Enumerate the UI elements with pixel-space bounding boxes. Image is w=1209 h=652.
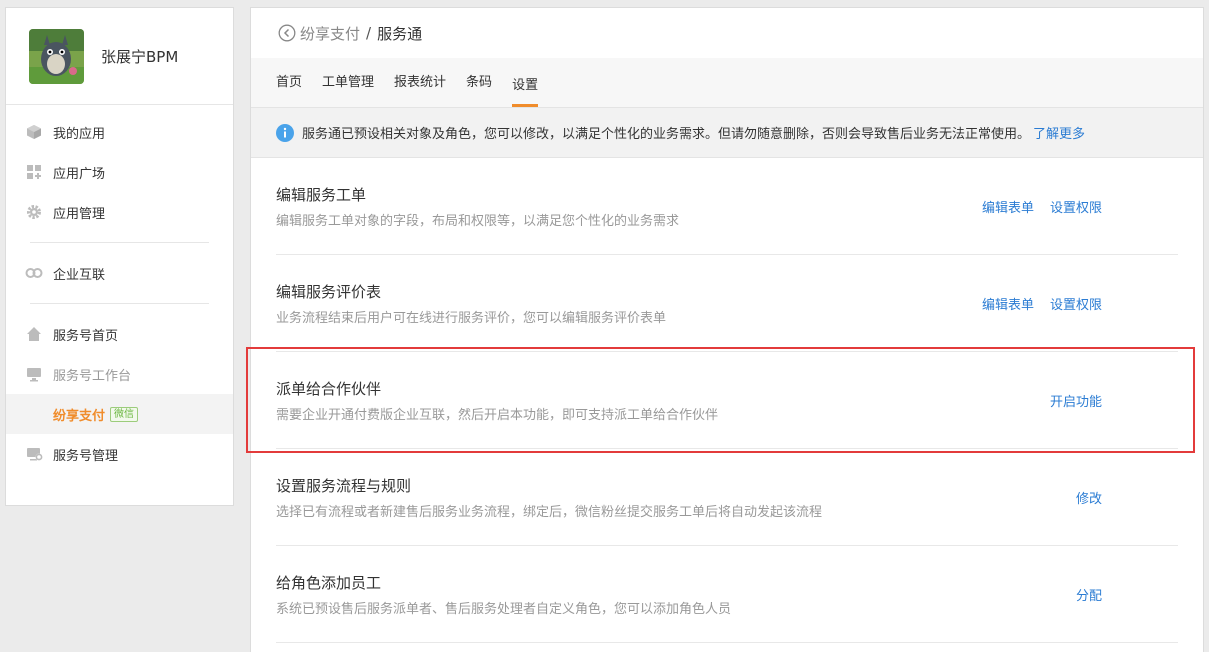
profile-name: 张展宁BPM (101, 47, 179, 66)
sidebar: 张展宁BPM 我的应用 应用广场 应用管理 企业互联 服务号首页 服务号工作台 … (5, 7, 234, 506)
setting-row-dispatch-partner: 派单给合作伙伴 需要企业开通付费版企业互联，然后开启本功能，即可支持派工单给合作… (276, 352, 1178, 449)
sidebar-item-label: 纷享支付 (53, 408, 106, 424)
back-circle-icon[interactable] (278, 24, 296, 42)
modify-button[interactable]: 修改 (1076, 488, 1102, 507)
setting-desc: 编辑服务工单对象的字段，布局和权限等，以满足您个性化的业务需求 (276, 213, 680, 229)
set-permissions-button[interactable]: 设置权限 (1050, 294, 1102, 313)
sidebar-item-app-management[interactable]: 应用管理 (6, 192, 233, 232)
set-permissions-button[interactable]: 设置权限 (1050, 197, 1102, 216)
wechat-badge: 微信 (110, 406, 139, 422)
sidebar-item-service-management[interactable]: 服务号管理 (6, 434, 233, 474)
sidebar-item-label: 服务号工作台 (53, 368, 132, 384)
cube-icon (25, 123, 43, 141)
sidebar-item-label: 应用广场 (53, 166, 106, 182)
monitor-gear-icon (25, 445, 43, 463)
sidebar-item-label: 我的应用 (53, 126, 106, 142)
menu-divider (30, 242, 209, 243)
sidebar-item-enterprise-connect[interactable]: 企业互联 (6, 253, 233, 293)
setting-desc: 系统已预设售后服务派单者、售后服务处理者自定义角色，您可以添加角色人员 (276, 601, 732, 617)
breadcrumb: 纷享支付 / 服务通 (251, 8, 1203, 58)
tab-home[interactable]: 首页 (276, 71, 302, 107)
home-icon (25, 325, 43, 343)
sidebar-item-my-apps[interactable]: 我的应用 (6, 112, 233, 152)
setting-title: 设置服务流程与规则 (276, 476, 412, 495)
setting-row-edit-work-order: 编辑服务工单 编辑服务工单对象的字段，布局和权限等，以满足您个性化的业务需求 编… (276, 158, 1178, 255)
sidebar-item-label: 企业互联 (53, 267, 106, 283)
breadcrumb-current: 服务通 (377, 24, 423, 43)
enable-feature-button[interactable]: 开启功能 (1050, 391, 1102, 410)
sidebar-item-service-workbench[interactable]: 服务号工作台 (6, 354, 233, 394)
tab-bar: 首页 工单管理 报表统计 条码 设置 (251, 58, 1203, 108)
setting-row-role-staff: 给角色添加员工 系统已预设售后服务派单者、售后服务处理者自定义角色，您可以添加角… (276, 546, 1178, 643)
setting-desc: 需要企业开通付费版企业互联，然后开启本功能，即可支持派工单给合作伙伴 (276, 407, 719, 423)
sidebar-item-label: 服务号首页 (53, 328, 119, 344)
edit-form-button[interactable]: 编辑表单 (982, 197, 1034, 216)
sidebar-item-app-market[interactable]: 应用广场 (6, 152, 233, 192)
setting-desc: 选择已有流程或者新建售后服务业务流程，绑定后，微信粉丝提交服务工单后将自动发起该… (276, 504, 823, 520)
sidebar-item-label: 服务号管理 (53, 448, 119, 464)
menu-divider (30, 303, 209, 304)
breadcrumb-parent[interactable]: 纷享支付 (300, 23, 360, 44)
tab-settings[interactable]: 设置 (512, 74, 539, 107)
setting-title: 编辑服务评价表 (276, 282, 382, 301)
sidebar-item-label: 应用管理 (53, 206, 106, 222)
setting-row-service-process: 设置服务流程与规则 选择已有流程或者新建售后服务业务流程，绑定后，微信粉丝提交服… (276, 449, 1178, 546)
gear-icon (25, 203, 43, 221)
edit-form-button[interactable]: 编辑表单 (982, 294, 1034, 313)
profile-header: 张展宁BPM (6, 8, 233, 105)
setting-title: 派单给合作伙伴 (276, 379, 382, 398)
sidebar-subitem-fxpay[interactable]: 纷享支付 微信 (6, 394, 233, 434)
avatar[interactable] (29, 28, 84, 84)
sidebar-menu: 我的应用 应用广场 应用管理 企业互联 服务号首页 服务号工作台 纷享支付 微信… (6, 105, 233, 474)
grid-plus-icon (25, 163, 43, 181)
assign-button[interactable]: 分配 (1076, 585, 1102, 604)
tab-barcode[interactable]: 条码 (466, 71, 492, 107)
setting-desc: 业务流程结束后用户可在线进行服务评价，您可以编辑服务评价表单 (276, 310, 667, 326)
monitor-icon (25, 365, 43, 383)
notice-text: 服务通已预设相关对象及角色，您可以修改，以满足个性化的业务需求。但请勿随意删除，… (302, 127, 1031, 142)
tab-work-orders[interactable]: 工单管理 (322, 71, 374, 107)
setting-title: 给角色添加员工 (276, 573, 382, 592)
main-panel: 纷享支付 / 服务通 首页 工单管理 报表统计 条码 设置 服务通已预设相关对象… (250, 7, 1204, 652)
breadcrumb-separator: / (366, 24, 372, 42)
sidebar-item-service-home[interactable]: 服务号首页 (6, 314, 233, 354)
tab-reports[interactable]: 报表统计 (394, 71, 446, 107)
settings-list: 编辑服务工单 编辑服务工单对象的字段，布局和权限等，以满足您个性化的业务需求 编… (251, 158, 1203, 643)
setting-row-edit-evaluation: 编辑服务评价表 业务流程结束后用户可在线进行服务评价，您可以编辑服务评价表单 编… (276, 255, 1178, 352)
info-notice: 服务通已预设相关对象及角色，您可以修改，以满足个性化的业务需求。但请勿随意删除，… (251, 108, 1203, 158)
learn-more-link[interactable]: 了解更多 (1033, 123, 1085, 142)
link-icon (25, 264, 43, 282)
info-icon (276, 123, 294, 142)
setting-title: 编辑服务工单 (276, 185, 367, 204)
